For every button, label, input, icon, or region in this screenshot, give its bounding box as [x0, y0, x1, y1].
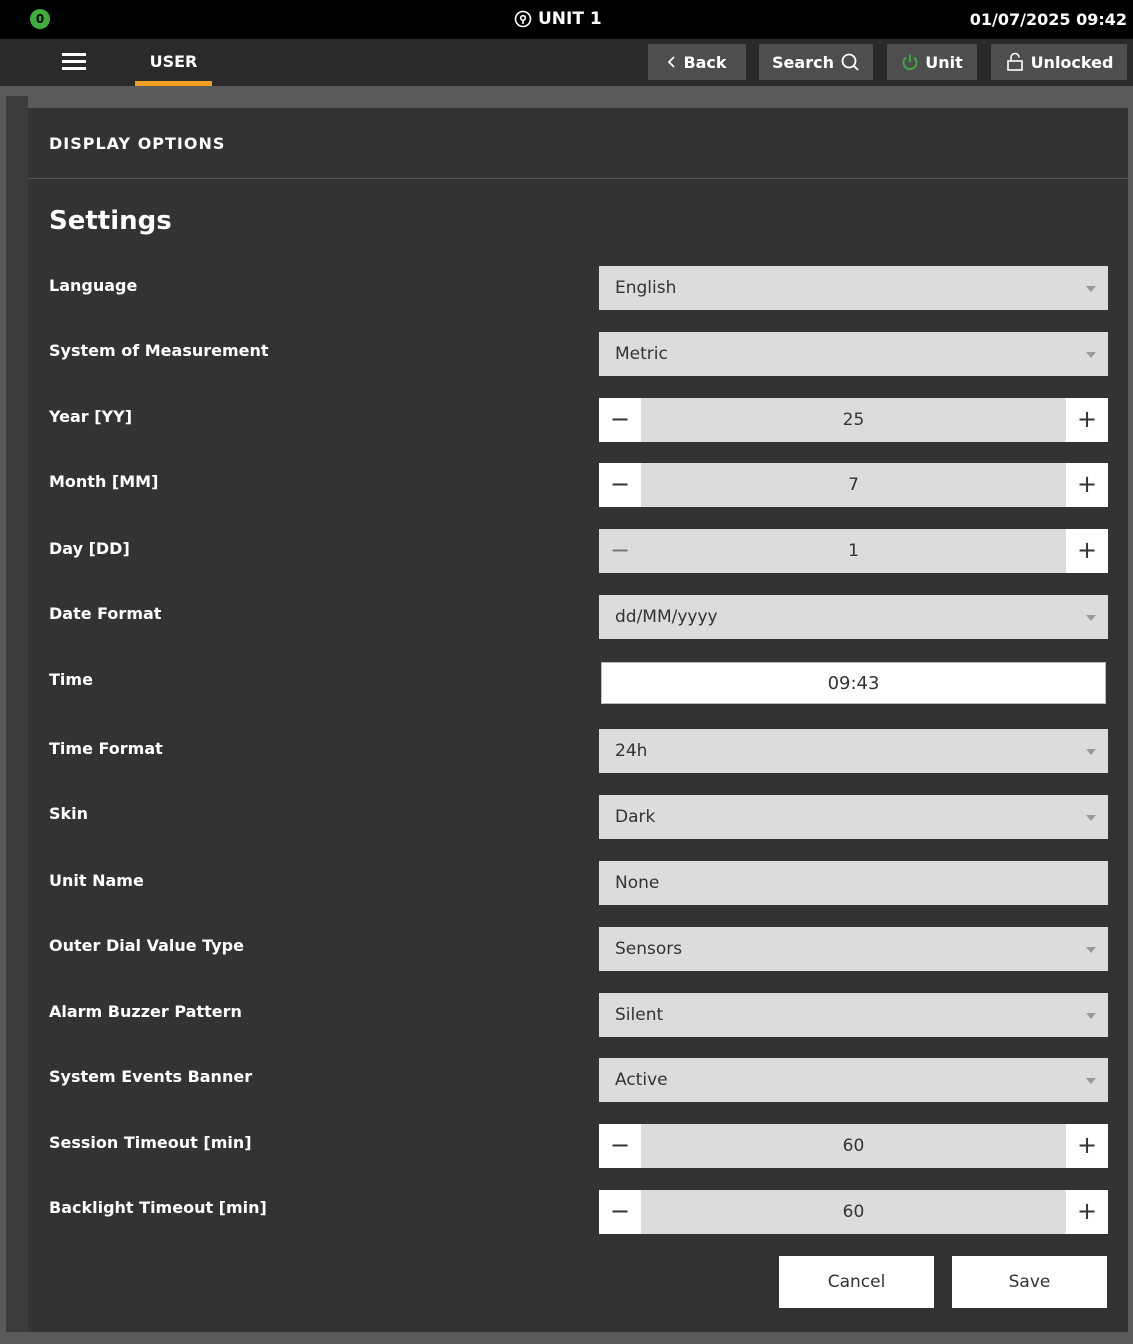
backlight-timeout-decrement-button[interactable]: −	[599, 1190, 641, 1234]
time-label: Time	[49, 670, 93, 689]
panel-edge	[6, 96, 28, 1332]
month-value: 7	[848, 475, 859, 495]
session-timeout-value: 60	[842, 1136, 865, 1156]
dropdown-arrow-icon	[1086, 815, 1096, 821]
display-options-panel: DISPLAY OPTIONS Settings Language Englis…	[28, 108, 1128, 1332]
skin-value: Dark	[615, 807, 656, 827]
year-decrement-button[interactable]: −	[599, 398, 641, 442]
time-format-label: Time Format	[49, 739, 163, 758]
year-label: Year [YY]	[49, 407, 133, 426]
date-format-value: dd/MM/yyyy	[615, 607, 718, 627]
top-navigation: USER Back Search Unit Unlocked	[0, 39, 1133, 86]
status-bar: 0 UNIT 1 01/07/2025 09:42	[0, 0, 1133, 39]
day-label: Day [DD]	[49, 539, 130, 558]
unit-power-button[interactable]: Unit	[887, 44, 977, 80]
measurement-label: System of Measurement	[49, 341, 269, 360]
measurement-select[interactable]: Metric	[599, 332, 1108, 376]
panel-header: DISPLAY OPTIONS	[28, 108, 1128, 179]
chevron-left-icon	[668, 56, 676, 68]
save-button[interactable]: Save	[952, 1256, 1107, 1308]
month-stepper: − 7 +	[599, 463, 1108, 507]
day-increment-button[interactable]: +	[1066, 529, 1108, 573]
unit-title: UNIT 1	[514, 9, 602, 29]
dropdown-arrow-icon	[1086, 749, 1096, 755]
outer-dial-label: Outer Dial Value Type	[49, 936, 244, 955]
day-value: 1	[848, 541, 859, 561]
tab-user[interactable]: USER	[135, 39, 212, 86]
events-banner-label: System Events Banner	[49, 1067, 253, 1086]
unlocked-padlock-icon	[1006, 52, 1023, 71]
clock: 01/07/2025 09:42	[969, 10, 1127, 29]
backlight-timeout-increment-button[interactable]: +	[1066, 1190, 1108, 1234]
session-timeout-stepper: − 60 +	[599, 1124, 1108, 1168]
events-banner-value: Active	[615, 1070, 668, 1090]
time-format-value: 24h	[615, 741, 648, 761]
alarm-buzzer-label: Alarm Buzzer Pattern	[49, 1002, 242, 1021]
lock-button[interactable]: Unlocked	[991, 44, 1127, 80]
location-pin-icon	[514, 10, 532, 28]
day-decrement-button[interactable]: −	[599, 529, 641, 573]
backlight-timeout-stepper: − 60 +	[599, 1190, 1108, 1234]
session-timeout-increment-button[interactable]: +	[1066, 1124, 1108, 1168]
outer-dial-value: Sensors	[615, 939, 683, 959]
unit-name-label: Unit Name	[49, 871, 144, 890]
time-input[interactable]: 09:43	[601, 662, 1106, 704]
notification-badge[interactable]: 0	[30, 9, 50, 29]
page-title: Settings	[49, 206, 172, 236]
alarm-buzzer-value: Silent	[615, 1005, 664, 1025]
language-select[interactable]: English	[599, 266, 1108, 310]
search-button[interactable]: Search	[759, 44, 873, 80]
measurement-value: Metric	[615, 344, 668, 364]
search-icon	[841, 53, 859, 71]
month-increment-button[interactable]: +	[1066, 463, 1108, 507]
unit-title-text: UNIT 1	[538, 9, 602, 29]
session-timeout-label: Session Timeout [min]	[49, 1133, 252, 1152]
dropdown-arrow-icon	[1086, 286, 1096, 292]
session-timeout-decrement-button[interactable]: −	[599, 1124, 641, 1168]
year-value: 25	[842, 410, 865, 430]
unit-button-label: Unit	[925, 52, 963, 72]
cancel-button[interactable]: Cancel	[779, 1256, 934, 1308]
search-button-label: Search	[772, 52, 834, 72]
dropdown-arrow-icon	[1086, 615, 1096, 621]
language-value: English	[615, 278, 677, 298]
dropdown-arrow-icon	[1086, 1013, 1096, 1019]
date-format-select[interactable]: dd/MM/yyyy	[599, 595, 1108, 639]
lock-button-label: Unlocked	[1030, 52, 1114, 72]
back-button-label: Back	[683, 52, 727, 72]
month-label: Month [MM]	[49, 472, 159, 491]
dropdown-arrow-icon	[1086, 1078, 1096, 1084]
backlight-timeout-value: 60	[842, 1202, 865, 1222]
skin-label: Skin	[49, 804, 89, 823]
backlight-timeout-label: Backlight Timeout [min]	[49, 1198, 267, 1217]
time-format-select[interactable]: 24h	[599, 729, 1108, 773]
back-button[interactable]: Back	[648, 44, 746, 80]
year-increment-button[interactable]: +	[1066, 398, 1108, 442]
dropdown-arrow-icon	[1086, 947, 1096, 953]
language-label: Language	[49, 276, 138, 295]
outer-dial-select[interactable]: Sensors	[599, 927, 1108, 971]
skin-select[interactable]: Dark	[599, 795, 1108, 839]
alarm-buzzer-select[interactable]: Silent	[599, 993, 1108, 1037]
unit-name-field[interactable]: None	[599, 861, 1108, 905]
date-format-label: Date Format	[49, 604, 162, 623]
power-icon	[902, 54, 918, 71]
menu-icon[interactable]	[62, 53, 86, 71]
month-decrement-button[interactable]: −	[599, 463, 641, 507]
year-stepper: − 25 +	[599, 398, 1108, 442]
day-stepper: − 1 +	[599, 529, 1108, 573]
events-banner-select[interactable]: Active	[599, 1058, 1108, 1102]
dropdown-arrow-icon	[1086, 352, 1096, 358]
